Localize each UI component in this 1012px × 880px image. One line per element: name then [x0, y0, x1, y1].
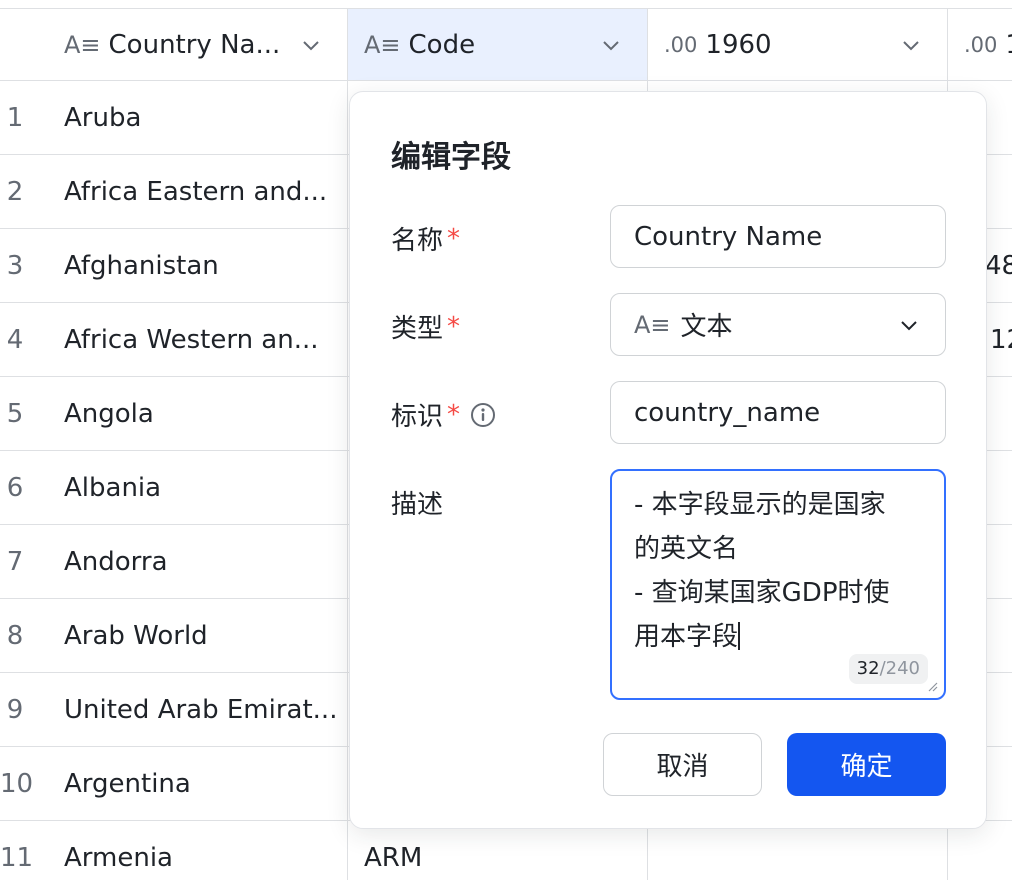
confirm-button[interactable]: 确定	[787, 733, 946, 796]
row-number: 10	[0, 769, 34, 799]
row-number: 11	[0, 843, 34, 873]
chevron-down-icon[interactable]	[899, 315, 919, 335]
column-header-label: 1960	[705, 29, 772, 60]
chevron-down-icon[interactable]	[601, 35, 621, 55]
column-divider	[347, 8, 348, 880]
description-line-last: 用本字段	[634, 615, 924, 659]
description-label-text: 描述	[391, 490, 444, 520]
country-name-cell[interactable]: Andorra	[64, 547, 340, 577]
country-name-cell[interactable]: Armenia	[64, 843, 340, 873]
cancel-button[interactable]: 取消	[603, 733, 762, 796]
column-header-1960[interactable]: .00 1960	[648, 9, 947, 80]
id-label-text: 标识	[391, 402, 444, 432]
type-select[interactable]: A≡ 文本	[610, 293, 946, 356]
required-mark: *	[447, 311, 461, 342]
char-limit: /240	[879, 658, 920, 679]
id-label: 标识 *	[391, 396, 496, 433]
country-name-cell[interactable]: Argentina	[64, 769, 340, 799]
country-name-cell[interactable]: Africa Western an...	[64, 325, 340, 355]
info-icon[interactable]	[470, 402, 496, 428]
text-type-icon: A≡	[634, 310, 671, 339]
type-label: 类型 *	[391, 308, 460, 345]
column-header-label: 1	[1005, 30, 1012, 60]
column-header-label: Code	[408, 29, 476, 60]
value-cell[interactable]: 48	[985, 251, 1012, 281]
value-cell[interactable]: 12	[990, 325, 1012, 355]
resize-handle-icon[interactable]	[926, 680, 938, 692]
row-number: 4	[6, 325, 24, 355]
description-line: - 本字段显示的是国家	[634, 490, 886, 520]
description-textarea[interactable]: - 本字段显示的是国家 的英文名 - 查询某国家GDP时使 用本字段 32/24…	[610, 469, 946, 700]
country-name-cell[interactable]: Africa Eastern and...	[64, 177, 340, 207]
column-header-code[interactable]: A≡ Code	[348, 9, 647, 80]
country-name-cell[interactable]: Albania	[64, 473, 340, 503]
country-name-cell[interactable]: United Arab Emirat...	[64, 695, 340, 725]
char-counter: 32/240	[848, 654, 928, 684]
row-number: 7	[6, 547, 24, 577]
row-number: 5	[6, 399, 24, 429]
column-header-label: Country Na...	[108, 29, 281, 60]
column-header-next[interactable]: .00 1	[948, 9, 1012, 80]
required-mark: *	[447, 399, 461, 430]
dialog-title: 编辑字段	[391, 140, 511, 175]
char-count: 32	[856, 658, 880, 679]
type-select-value: 文本	[680, 312, 733, 342]
description-line: - 查询某国家GDP时使	[634, 578, 890, 608]
country-name-cell[interactable]: Arab World	[64, 621, 340, 651]
number-type-icon: .00	[964, 32, 998, 57]
type-label-text: 类型	[391, 314, 444, 344]
country-name-cell[interactable]: Afghanistan	[64, 251, 340, 281]
chevron-down-icon[interactable]	[901, 35, 921, 55]
row-number: 8	[6, 621, 24, 651]
text-caret	[738, 622, 741, 650]
edit-field-dialog: 编辑字段 名称 * Country Name 类型 * A≡ 文本 标识 * c…	[349, 91, 987, 829]
name-label: 名称 *	[391, 220, 460, 257]
chevron-down-icon[interactable]	[301, 35, 321, 55]
row-number: 6	[6, 473, 24, 503]
row-number: 2	[6, 177, 24, 207]
description-label: 描述	[391, 484, 443, 521]
text-type-icon: A≡	[64, 30, 101, 59]
row-divider	[0, 80, 1012, 81]
column-header-country-name[interactable]: A≡ Country Na...	[48, 9, 347, 80]
code-cell[interactable]: ARM	[364, 843, 634, 873]
row-number: 9	[6, 695, 24, 725]
number-type-icon: .00	[664, 32, 698, 57]
description-line: 用本字段	[634, 622, 739, 652]
country-name-cell[interactable]: Angola	[64, 399, 340, 429]
name-input-value: Country Name	[634, 221, 823, 252]
country-name-cell[interactable]: Aruba	[64, 103, 340, 133]
row-number: 3	[6, 251, 24, 281]
text-type-icon: A≡	[364, 30, 401, 59]
id-input-value: country_name	[634, 397, 821, 428]
name-label-text: 名称	[391, 226, 444, 256]
required-mark: *	[447, 223, 461, 254]
row-number: 1	[6, 103, 24, 133]
description-line: 的英文名	[634, 534, 739, 564]
id-input[interactable]: country_name	[610, 381, 946, 444]
name-input[interactable]: Country Name	[610, 205, 946, 268]
